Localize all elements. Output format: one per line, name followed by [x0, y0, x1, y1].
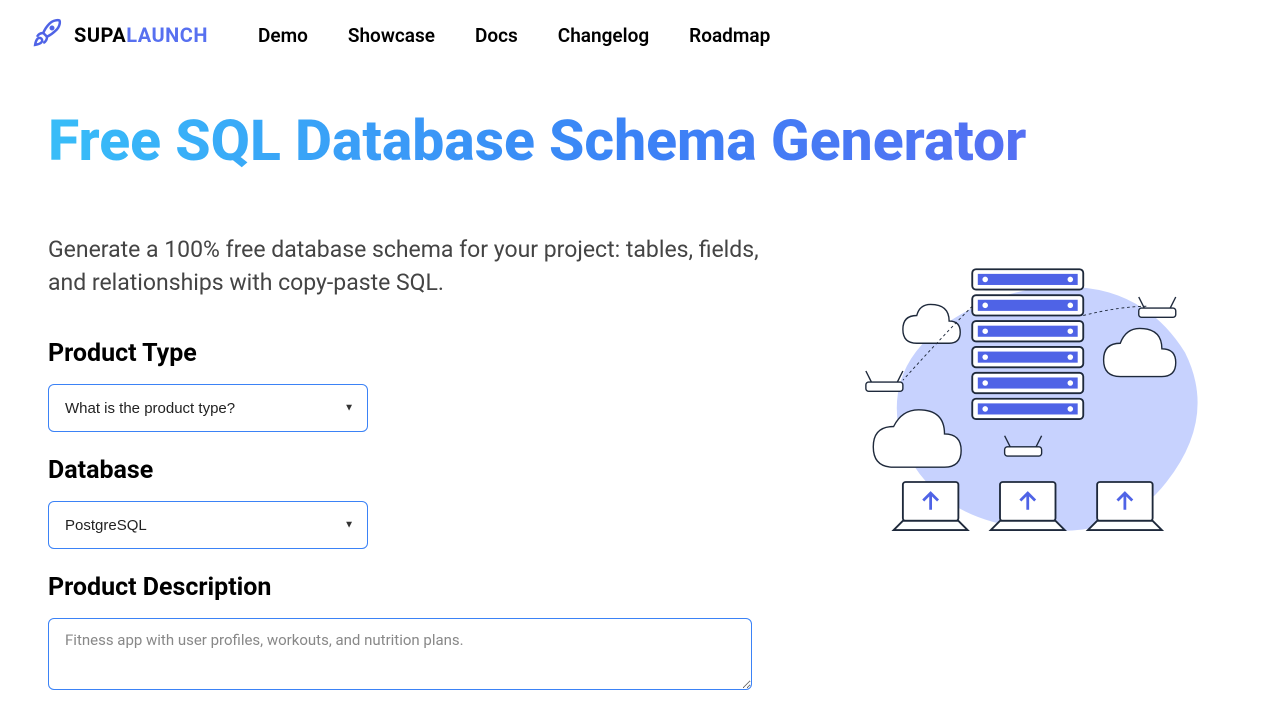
- page-subtitle: Generate a 100% free database schema for…: [48, 233, 782, 300]
- product-type-label: Product Type: [48, 339, 782, 368]
- main-nav: Demo Showcase Docs Changelog Roadmap: [258, 24, 770, 47]
- brand-logo[interactable]: SUPALAUNCH: [32, 18, 208, 52]
- rocket-icon: [32, 18, 62, 52]
- nav-demo[interactable]: Demo: [258, 24, 308, 47]
- database-select[interactable]: PostgreSQL: [48, 501, 368, 549]
- nav-docs[interactable]: Docs: [475, 24, 518, 47]
- main-content: Free SQL Database Schema Generator Gener…: [0, 70, 1280, 718]
- nav-showcase[interactable]: Showcase: [348, 24, 435, 47]
- database-label: Database: [48, 456, 782, 485]
- product-description-input[interactable]: [48, 618, 752, 690]
- page-title: Free SQL Database Schema Generator: [48, 110, 1232, 173]
- product-type-select[interactable]: What is the product type?: [48, 384, 368, 432]
- server-cloud-illustration: [852, 243, 1222, 577]
- nav-changelog[interactable]: Changelog: [558, 24, 649, 47]
- main-header: SUPALAUNCH Demo Showcase Docs Changelog …: [0, 0, 1280, 70]
- brand-name: SUPALAUNCH: [74, 23, 208, 47]
- nav-roadmap[interactable]: Roadmap: [689, 24, 770, 47]
- product-description-label: Product Description: [48, 573, 782, 602]
